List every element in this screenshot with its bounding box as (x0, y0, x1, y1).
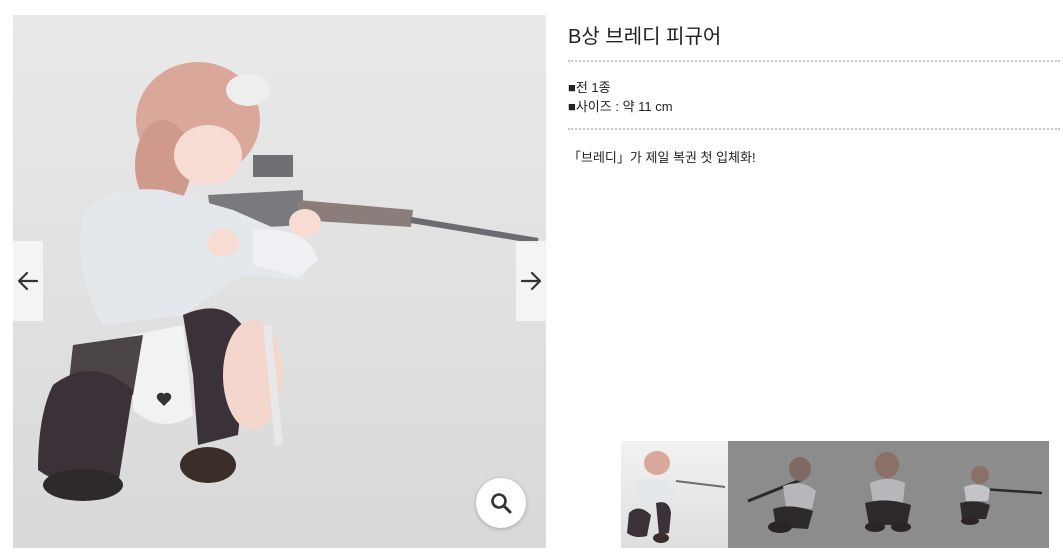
magnifier-icon (491, 493, 512, 514)
prev-image-button[interactable] (13, 241, 43, 321)
spec-line: ■전 1종 (568, 80, 611, 95)
thumbnail-image (865, 452, 911, 532)
thumbnail-3[interactable] (835, 441, 942, 548)
thumbnail-image (747, 457, 816, 533)
thumbnail-image (960, 466, 1043, 525)
arrow-right-icon (520, 271, 542, 291)
divider (568, 128, 1060, 130)
spec-line: ■사이즈 : 약 11 cm (568, 99, 673, 114)
thumbnail-1[interactable] (621, 441, 728, 548)
thumbnail-image (627, 451, 726, 543)
arrow-left-icon (17, 271, 39, 291)
product-description: 「브레디」가 제일 복권 첫 입체화! (568, 150, 756, 165)
thumbnail-strip (621, 441, 1049, 548)
thumbnail-4[interactable] (942, 441, 1049, 548)
divider (568, 60, 1060, 62)
zoom-button[interactable] (476, 478, 526, 528)
product-specs: ■전 1종 ■사이즈 : 약 11 cm (568, 78, 673, 116)
product-image-gallery[interactable] (13, 15, 546, 548)
product-main-image (38, 62, 539, 501)
thumbnail-2[interactable] (728, 441, 835, 548)
next-image-button[interactable] (516, 241, 546, 321)
product-title: B상 브레디 피규어 (568, 26, 722, 48)
